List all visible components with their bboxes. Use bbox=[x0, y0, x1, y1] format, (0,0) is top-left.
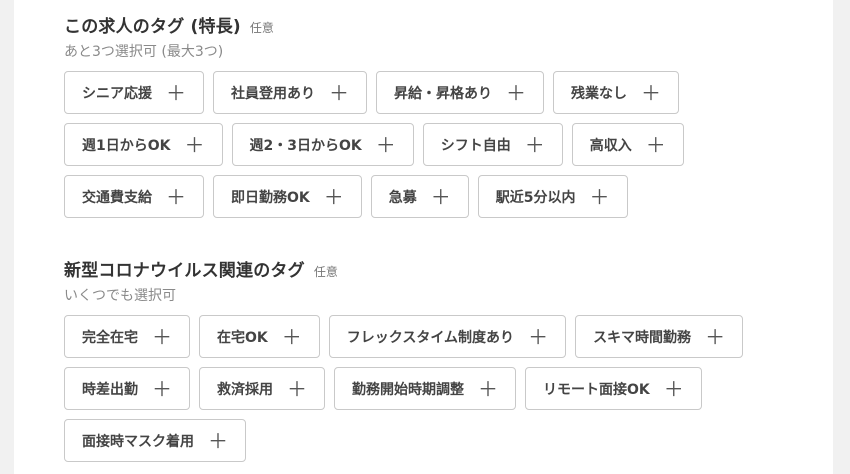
plus-icon: ＋ bbox=[166, 80, 186, 105]
tag-chip-button[interactable]: 時差出勤 ＋ bbox=[64, 367, 190, 410]
tag-chip-button[interactable]: 完全在宅 ＋ bbox=[64, 315, 190, 358]
tag-chip-button[interactable]: 即日勤務OK ＋ bbox=[213, 175, 362, 218]
tag-chip-label: 残業なし bbox=[571, 85, 627, 102]
plus-icon: ＋ bbox=[375, 132, 396, 157]
tag-chip-button[interactable]: フレックスタイム制度あり ＋ bbox=[328, 315, 567, 358]
tag-chip-button[interactable]: 昇給・昇格あり ＋ bbox=[376, 71, 544, 114]
tag-chip-button[interactable]: 週2・3日からOK ＋ bbox=[231, 123, 414, 166]
plus-icon: ＋ bbox=[663, 376, 684, 401]
plus-icon: ＋ bbox=[645, 132, 666, 157]
tag-chip-label: 救済採用 bbox=[217, 381, 273, 398]
tag-chip-button[interactable]: シフト自由 ＋ bbox=[422, 123, 563, 166]
plus-icon: ＋ bbox=[152, 324, 172, 349]
plus-icon: ＋ bbox=[478, 376, 498, 401]
covid-tags-list: 完全在宅＋在宅OK ＋フレックスタイム制度あり＋スキマ時間勤務＋時差出勤＋救済採用… bbox=[64, 315, 784, 471]
tag-chip-label: 交通費支給 bbox=[82, 189, 152, 206]
form-panel: この求人のタグ (特長) 任意 あと3つ選択可 (最大3つ) シニア応援＋社員登… bbox=[14, 0, 833, 474]
tag-chip-label: スキマ時間勤務 bbox=[593, 329, 692, 346]
tag-chip-label: 完全在宅 bbox=[82, 329, 138, 346]
plus-icon: ＋ bbox=[152, 376, 172, 401]
plus-icon: ＋ bbox=[184, 132, 205, 157]
plus-icon: ＋ bbox=[506, 80, 526, 105]
tag-chip-label: 駅近5分以内 bbox=[495, 189, 576, 206]
tag-chip-label: 高収入 bbox=[589, 137, 632, 154]
tag-chip-button[interactable]: 在宅OK ＋ bbox=[199, 315, 320, 358]
plus-icon: ＋ bbox=[430, 184, 451, 209]
tag-chip-label: 時差出勤 bbox=[82, 381, 138, 398]
tag-chip-label: 面接時マスク着用 bbox=[82, 433, 194, 450]
tag-chip-label: 社員登用あり bbox=[231, 85, 315, 102]
feature-tags-subtitle: あと3つ選択可 (最大3つ) bbox=[64, 44, 224, 60]
tag-chip-button[interactable]: 駅近5分以内 ＋ bbox=[477, 175, 628, 218]
tag-chip-label: 週2・3日からOK bbox=[249, 137, 362, 154]
plus-icon: ＋ bbox=[287, 376, 307, 401]
tag-chip-button[interactable]: 残業なし ＋ bbox=[553, 71, 679, 114]
optional-label: 任意 bbox=[313, 265, 338, 279]
tag-chip-label: リモート面接OK bbox=[543, 381, 650, 398]
plus-icon: ＋ bbox=[705, 324, 726, 349]
tag-chip-label: シフト自由 bbox=[440, 137, 511, 154]
tag-chip-button[interactable]: 面接時マスク着用 ＋ bbox=[64, 419, 246, 462]
tag-chip-label: 即日勤務OK bbox=[231, 189, 310, 206]
tag-chip-label: 週1日からOK bbox=[82, 137, 171, 154]
tag-chip-label: 勤務開始時期調整 bbox=[352, 381, 464, 398]
plus-icon: ＋ bbox=[589, 184, 610, 209]
plus-icon: ＋ bbox=[329, 80, 349, 105]
tag-chip-button[interactable]: 社員登用あり ＋ bbox=[213, 71, 367, 114]
optional-label: 任意 bbox=[249, 21, 274, 35]
feature-tags-list: シニア応援＋社員登用あり＋昇給・昇格あり＋残業なし＋週1日からOK ＋週2・3日か… bbox=[64, 71, 784, 227]
covid-tags-section: 新型コロナウイルス関連のタグ 任意 いくつでも選択可 完全在宅＋在宅OK ＋フレッ… bbox=[64, 256, 784, 471]
tag-chip-label: 在宅OK bbox=[217, 329, 268, 346]
plus-icon: ＋ bbox=[166, 184, 186, 209]
tag-chip-button[interactable]: シニア応援 ＋ bbox=[64, 71, 204, 114]
plus-icon: ＋ bbox=[281, 324, 302, 349]
tag-chip-label: 急募 bbox=[388, 189, 417, 206]
feature-tags-section: この求人のタグ (特長) 任意 あと3つ選択可 (最大3つ) シニア応援＋社員登… bbox=[64, 12, 784, 227]
tag-chip-button[interactable]: リモート面接OK ＋ bbox=[525, 367, 702, 410]
plus-icon: ＋ bbox=[641, 80, 661, 105]
plus-icon: ＋ bbox=[528, 324, 549, 349]
plus-icon: ＋ bbox=[524, 132, 545, 157]
tag-chip-button[interactable]: 交通費支給 ＋ bbox=[64, 175, 204, 218]
tag-chip-label: 昇給・昇格あり bbox=[394, 85, 492, 102]
covid-tags-header: 新型コロナウイルス関連のタグ 任意 bbox=[64, 256, 784, 281]
tag-chip-button[interactable]: 勤務開始時期調整 ＋ bbox=[334, 367, 516, 410]
tag-chip-button[interactable]: 救済採用 ＋ bbox=[199, 367, 325, 410]
tag-chip-button[interactable]: スキマ時間勤務 ＋ bbox=[575, 315, 744, 358]
tag-chip-label: シニア応援 bbox=[82, 85, 152, 102]
tag-chip-button[interactable]: 急募 ＋ bbox=[370, 175, 469, 218]
tag-chip-button[interactable]: 高収入 ＋ bbox=[571, 123, 684, 166]
covid-tags-subtitle: いくつでも選択可 bbox=[64, 288, 176, 304]
feature-tags-header: この求人のタグ (特長) 任意 bbox=[64, 12, 784, 37]
tag-chip-button[interactable]: 週1日からOK ＋ bbox=[64, 123, 223, 166]
feature-tags-title: この求人のタグ (特長) bbox=[64, 17, 241, 37]
plus-icon: ＋ bbox=[323, 184, 344, 209]
plus-icon: ＋ bbox=[208, 428, 228, 453]
covid-tags-title: 新型コロナウイルス関連のタグ bbox=[64, 261, 305, 281]
tag-chip-label: フレックスタイム制度あり bbox=[346, 329, 515, 346]
